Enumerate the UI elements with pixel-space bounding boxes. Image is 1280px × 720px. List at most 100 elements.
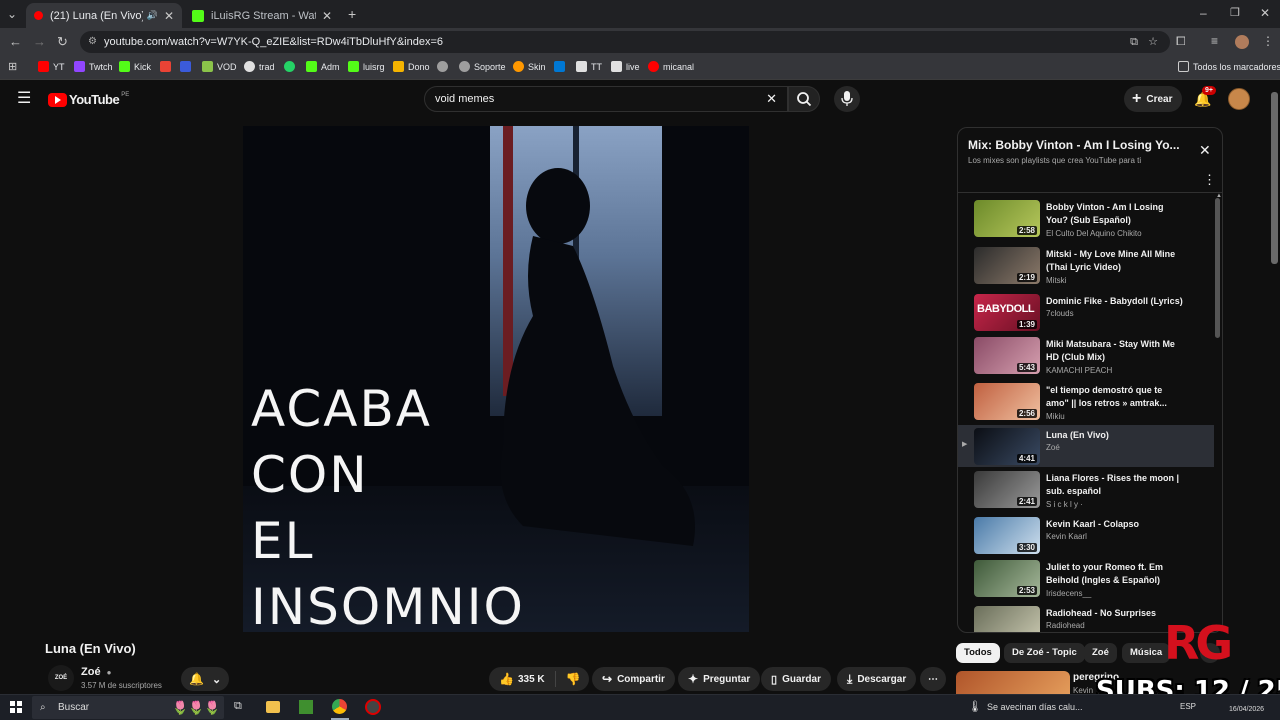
ask-button[interactable]: ✦ Preguntar [678,667,761,691]
url-text: youtube.com/watch?v=W7YK-Q_eZIE&list=RDw… [104,36,444,48]
clear-search-icon[interactable]: ✕ [766,87,777,111]
close-tab-icon[interactable]: ✕ [322,9,332,23]
new-tab-icon[interactable]: + [348,6,356,22]
playlist-item[interactable]: 2:41 Liana Flores - Rises the moon | sub… [958,468,1214,514]
bookmark-dono[interactable]: Dono [393,61,430,72]
tab-youtube[interactable]: (21) Luna (En Vivo) - YouTube 🔊 ✕ [26,3,182,28]
bookmark-micanal[interactable]: micanal [648,61,694,72]
taskbar-date[interactable]: 16/04/2026 [1229,706,1264,713]
save-button[interactable]: ▯ Guardar [761,667,831,691]
playlist-item[interactable]: 2:19 Mitski - My Love Mine All Mine (Tha… [958,244,1214,290]
voice-search-button[interactable] [834,86,860,112]
bookmark-twtch[interactable]: Twtch [74,61,113,72]
apps-icon[interactable]: ⊞ [8,60,17,73]
bookmark-gmail[interactable] [160,61,175,72]
bookmark-kick[interactable]: Kick [119,61,151,72]
youtube-logo[interactable]: YouTube PE [48,92,129,107]
speaker-icon[interactable]: 🔊 [147,10,158,21]
minimize-icon[interactable]: – [1200,6,1207,20]
bookmark-whatsapp[interactable] [284,61,299,72]
bookmark-vod[interactable]: VOD [202,61,237,72]
site-info-icon[interactable]: ⚙ [88,31,97,53]
minecraft-icon[interactable] [299,700,313,714]
playlist-item[interactable]: 2:53 Juliet to your Romeo ft. Em Beihold… [958,557,1214,603]
file-explorer-icon[interactable] [266,701,280,713]
restore-icon[interactable]: ❐ [1230,6,1240,19]
bookmark-gear[interactable] [437,61,452,72]
chip-musica[interactable]: Música [1122,643,1171,663]
playlist-scrollbar[interactable] [1215,198,1220,338]
mix-title[interactable]: Mix: Bobby Vinton - Am I Losing Yo... [968,138,1186,152]
playlist-item-current[interactable]: ▶ 4:41 Luna (En Vivo) Zoé [958,425,1214,467]
item-channel: Irisdecens__ [1046,589,1092,598]
reload-icon[interactable]: ↻ [57,34,68,50]
task-view-icon[interactable]: ⧉ [234,700,242,713]
playlist-item[interactable]: 2:56 "el tiempo demostró que te amo" || … [958,380,1214,426]
extensions-icon[interactable]: ⧠ [1176,34,1186,49]
search-button[interactable] [788,86,820,112]
address-bar[interactable]: ⚙ youtube.com/watch?v=W7YK-Q_eZIE&list=R… [80,31,1170,53]
media-icon[interactable]: ≡ [1211,34,1218,48]
forward-icon[interactable]: → [33,34,46,49]
profile-avatar[interactable] [1235,35,1249,49]
subscribed-button[interactable]: 🔔 ⌄ [181,667,230,691]
page-scrollbar[interactable] [1271,92,1278,264]
bookmark-tt[interactable]: TT [576,61,602,72]
bookmark-adm[interactable]: Adm [306,61,340,72]
chrome-icon[interactable] [332,699,347,714]
tab-kick[interactable]: iLuisRG Stream - Watch Live on ✕ [184,3,340,28]
thumbs-up-icon: 👍 [499,672,514,686]
account-avatar[interactable] [1228,88,1250,110]
playlist-item[interactable]: 3:30 Kevin Kaarl - Colapso Kevin Kaarl [958,514,1214,560]
create-button[interactable]: + Crear [1124,86,1183,112]
bookmark-yt[interactable]: YT [38,61,65,72]
channel-name[interactable]: Zoé [81,666,101,678]
cover-text: ACABA CON EL INSOMNIO [251,376,525,632]
more-actions-button[interactable]: ⋯ [920,667,946,691]
bookmark-live[interactable]: live [611,61,640,72]
playlist-item[interactable]: 5:43 Miki Matsubara - Stay With Me HD (C… [958,334,1214,380]
channel-avatar[interactable]: ZOÉ [48,665,74,691]
weather-text[interactable]: Se avecinan días calu... [987,702,1083,712]
related-video-thumbnail[interactable] [956,671,1070,694]
bookmark-luisrg[interactable]: luisrg [348,61,385,72]
bookmark-star-icon[interactable]: ☆ [1148,31,1158,53]
notifications-button[interactable]: 🔔 9+ [1194,86,1216,108]
menu-icon[interactable]: ⋮ [1262,34,1274,48]
playlist-menu-icon[interactable]: ⋮ [1203,172,1216,188]
chip-todos[interactable]: Todos [956,643,1000,663]
bookmark-soporte[interactable]: Soporte [459,61,506,72]
chip-zoe[interactable]: Zoé [1084,643,1117,663]
obs-icon[interactable] [365,699,381,715]
share-button[interactable]: ↪ Compartir [592,667,675,691]
tab-search-icon[interactable]: ⌄ [7,7,17,21]
bookmark-icon: ▯ [771,673,778,686]
hamburger-menu-icon[interactable]: ☰ [17,91,31,107]
dislike-button[interactable]: 👎 [556,672,591,686]
input-language[interactable]: ESP [1180,702,1196,711]
close-tab-icon[interactable]: ✕ [164,9,174,23]
all-bookmarks[interactable]: Todos los marcadores [1178,61,1280,72]
close-window-icon[interactable]: ✕ [1260,6,1270,20]
search-input[interactable]: void memes ✕ [424,86,788,112]
youtube-icon [38,61,49,72]
chip-de-zoe-topic[interactable]: De Zoé - Topic [1004,643,1085,663]
bookmark-blue[interactable] [180,61,195,72]
bookmark-skin[interactable]: Skin [513,61,546,72]
channel-name-row[interactable]: Zoé ● [81,666,111,678]
bookmark-trad[interactable]: trad [244,61,275,72]
thumbnail: 2:41 [974,471,1040,508]
playlist-item[interactable]: 2:58 Bobby Vinton - Am I Losing You? (Su… [958,197,1214,243]
bookmark-windows[interactable] [554,61,569,72]
start-icon[interactable] [10,701,22,713]
like-button[interactable]: 👍 335 K [489,671,556,687]
install-icon[interactable]: ⧉ [1130,31,1138,53]
back-icon[interactable]: ← [9,34,22,49]
download-button[interactable]: ⤓ Descargar [837,667,917,691]
scroll-up-icon[interactable]: ▲ [1216,193,1222,199]
search-value: void memes [435,93,495,105]
video-player[interactable]: ACABA CON EL INSOMNIO [243,126,749,632]
playlist-item[interactable]: BABYDOLL 1:39 Dominic Fike - Babydoll (L… [958,291,1214,337]
taskbar-search[interactable]: ⌕ Buscar 🌷🌷🌷 [32,696,224,719]
close-playlist-icon[interactable]: ✕ [1199,142,1211,159]
